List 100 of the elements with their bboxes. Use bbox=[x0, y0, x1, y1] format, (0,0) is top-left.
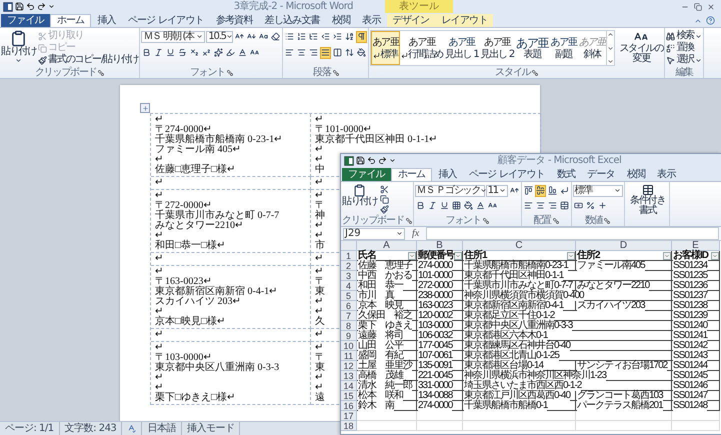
style-item[interactable]: あア亜 行間詰め bbox=[400, 31, 444, 65]
table-move-handle[interactable] bbox=[140, 103, 150, 113]
row-header[interactable]: 2 bbox=[341, 261, 357, 271]
column-header[interactable]: D bbox=[576, 241, 672, 251]
align-top-button[interactable] bbox=[522, 184, 534, 196]
ribbon-tab[interactable]: 表示 bbox=[651, 168, 682, 181]
copy-icon[interactable] bbox=[380, 194, 390, 204]
undo-icon[interactable] bbox=[26, 2, 35, 11]
bold-icon[interactable] bbox=[142, 48, 152, 57]
multilevel-list-icon[interactable] bbox=[309, 32, 318, 41]
insert-function-button[interactable]: fx bbox=[408, 228, 424, 239]
dialog-launcher-icon[interactable] bbox=[226, 70, 233, 76]
ribbon-tab[interactable]: ホーム bbox=[50, 14, 92, 27]
paste-button[interactable]: 貼り付け bbox=[342, 184, 378, 207]
number-format-field[interactable]: 標準 bbox=[572, 184, 623, 196]
row-header[interactable]: 11 bbox=[341, 351, 357, 361]
currency-icon[interactable] bbox=[574, 201, 583, 210]
style-item[interactable]: あア亜 表題 bbox=[515, 31, 550, 65]
underline-icon[interactable] bbox=[166, 48, 176, 57]
formula-input[interactable] bbox=[426, 227, 719, 240]
merge-icon[interactable] bbox=[560, 201, 569, 210]
style-item[interactable]: あア亜 副題 bbox=[549, 31, 578, 65]
style-item[interactable]: あア亜 標準 bbox=[371, 31, 400, 65]
font-color-icon[interactable] bbox=[238, 48, 248, 57]
align-left-icon[interactable] bbox=[524, 201, 533, 210]
customize-icon[interactable] bbox=[389, 157, 396, 164]
language-indicator[interactable]: 日本語 bbox=[142, 422, 182, 435]
align-center-button[interactable] bbox=[296, 46, 308, 58]
dialog-launcher-icon[interactable] bbox=[406, 218, 412, 224]
restore-icon[interactable] bbox=[694, 2, 702, 10]
fill-color-icon[interactable] bbox=[464, 201, 473, 210]
dialog-launcher-icon[interactable] bbox=[482, 218, 489, 224]
row-header[interactable]: 4 bbox=[341, 281, 357, 291]
scissors-icon[interactable] bbox=[380, 184, 390, 194]
row-header[interactable]: 9 bbox=[341, 331, 357, 341]
align-left-button[interactable] bbox=[284, 46, 296, 58]
dialog-launcher-icon[interactable] bbox=[532, 70, 538, 76]
filter-button[interactable] bbox=[567, 252, 575, 260]
ribbon-tab[interactable]: 表示 bbox=[356, 14, 387, 27]
character-shading-icon[interactable] bbox=[250, 48, 260, 57]
row-header[interactable]: 18 bbox=[341, 421, 357, 431]
wrap-text-icon[interactable] bbox=[560, 186, 569, 195]
editing-command[interactable]: 置換 bbox=[666, 42, 702, 54]
filter-button[interactable] bbox=[408, 252, 416, 260]
font-name-field[interactable]: ＭＳ 明朝 (本 bbox=[141, 30, 206, 42]
style-item[interactable]: あア亜 見出し 2 bbox=[480, 31, 516, 65]
page-count[interactable]: ページ: 1/1 bbox=[0, 422, 60, 435]
dialog-launcher-icon[interactable] bbox=[98, 70, 104, 76]
change-styles-button[interactable]: スタイルの変更 bbox=[617, 30, 664, 64]
filter-button[interactable] bbox=[454, 252, 462, 260]
ribbon-tab[interactable]: 校閲 bbox=[620, 168, 652, 181]
sort-icon[interactable] bbox=[345, 32, 354, 41]
row-header[interactable]: 17 bbox=[341, 411, 357, 421]
clipboard-command[interactable]: 書式のコピー/貼り付け bbox=[38, 54, 138, 66]
grow-font-icon[interactable] bbox=[510, 186, 519, 195]
column-header[interactable]: C bbox=[463, 241, 576, 251]
ribbon-tab[interactable]: デザイン bbox=[386, 14, 436, 27]
undo-icon[interactable] bbox=[367, 156, 376, 165]
line-spacing-icon[interactable] bbox=[345, 48, 354, 57]
ribbon-tab[interactable]: 挿入 bbox=[91, 14, 122, 27]
numbered-list-icon[interactable] bbox=[297, 32, 306, 41]
shading-icon[interactable] bbox=[357, 48, 366, 57]
font-color-icon[interactable] bbox=[476, 201, 485, 210]
word-count[interactable]: 文字数: 243 bbox=[60, 422, 122, 435]
help-icon[interactable] bbox=[706, 16, 715, 25]
borders-icon[interactable] bbox=[452, 201, 461, 210]
decrease-indent-icon[interactable] bbox=[321, 32, 330, 41]
save-icon[interactable] bbox=[356, 156, 365, 165]
grow-font-icon[interactable] bbox=[235, 32, 244, 41]
insert-mode-indicator[interactable]: 挿入モード bbox=[182, 422, 240, 435]
close-icon[interactable] bbox=[707, 2, 715, 10]
ribbon-tab[interactable]: ファイル bbox=[342, 168, 391, 181]
font-name-field[interactable]: ＭＳ Ｐゴシック bbox=[414, 184, 485, 196]
align-bottom-button[interactable] bbox=[546, 184, 558, 196]
filter-button[interactable] bbox=[663, 252, 671, 260]
dialog-launcher-icon[interactable] bbox=[552, 218, 559, 224]
bullet-list-icon[interactable] bbox=[285, 32, 294, 41]
ribbon-tab[interactable]: 数式 bbox=[550, 168, 582, 181]
change-case-icon[interactable] bbox=[259, 32, 268, 41]
align-right-button[interactable] bbox=[308, 46, 320, 58]
distribute-button[interactable] bbox=[332, 46, 344, 58]
ribbon-tab[interactable]: レイアウト bbox=[435, 14, 494, 27]
ribbon-tab[interactable]: ファイル bbox=[1, 14, 50, 27]
save-icon[interactable] bbox=[15, 2, 24, 11]
ribbon-tab[interactable]: 挿入 bbox=[432, 168, 463, 181]
dialog-launcher-icon[interactable] bbox=[332, 70, 339, 76]
ribbon-tab[interactable]: ページ レイアウト bbox=[462, 168, 551, 181]
row-header[interactable]: 8 bbox=[341, 321, 357, 331]
row-header[interactable]: 7 bbox=[341, 311, 357, 321]
ribbon-tab[interactable]: 参考資料 bbox=[210, 14, 259, 27]
style-item[interactable]: あア亜 斜体 bbox=[578, 31, 606, 65]
align-middle-button[interactable] bbox=[534, 184, 546, 196]
ribbon-tab[interactable]: ホーム bbox=[390, 168, 432, 181]
shrink-font-icon[interactable] bbox=[247, 32, 256, 41]
filter-button[interactable] bbox=[711, 252, 719, 260]
dialog-launcher-icon[interactable] bbox=[604, 218, 610, 224]
underline-icon[interactable] bbox=[440, 201, 449, 210]
font-size-field[interactable]: 11 bbox=[486, 184, 508, 196]
row-header[interactable]: 14 bbox=[341, 381, 357, 391]
ribbon-tab[interactable]: 差し込み文書 bbox=[258, 14, 326, 27]
